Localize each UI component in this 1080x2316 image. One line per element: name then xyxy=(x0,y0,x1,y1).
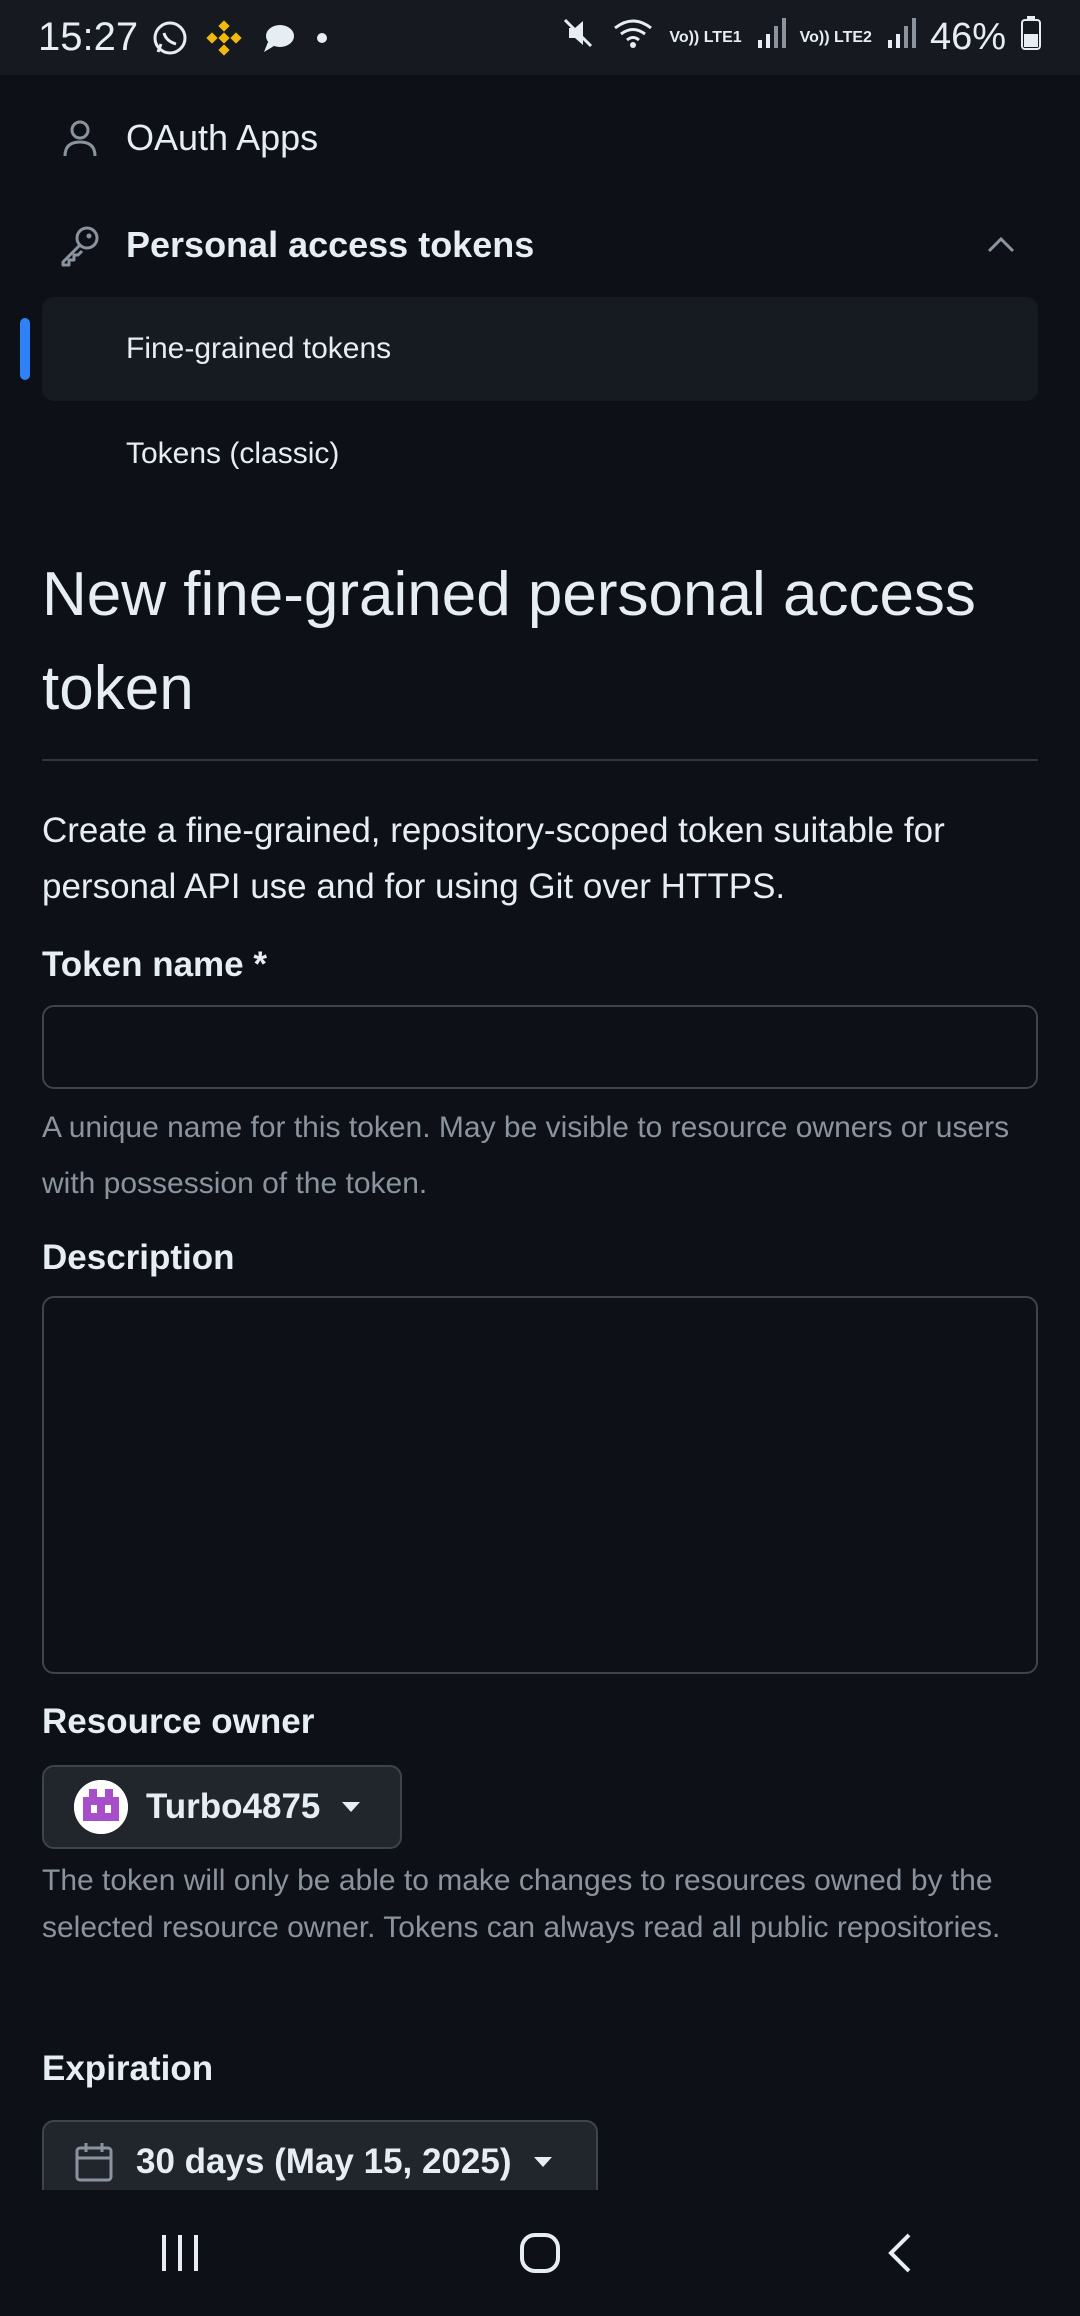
calendar-icon xyxy=(74,2141,114,2183)
key-icon xyxy=(58,223,106,267)
wifi-icon xyxy=(611,14,655,62)
sidebar-item-label: Tokens (classic) xyxy=(126,437,340,470)
mute-icon xyxy=(559,14,597,62)
caret-down-icon xyxy=(532,2155,554,2169)
sidebar-item-label: OAuth Apps xyxy=(126,117,319,158)
page-title: New fine-grained personal access token xyxy=(42,560,976,723)
token-name-help: A unique name for this token. May be vis… xyxy=(42,1111,1010,1200)
person-icon xyxy=(62,118,104,158)
system-navigation-bar xyxy=(0,2190,1080,2316)
expiration-label: Expiration xyxy=(42,2049,214,2088)
token-name-input[interactable] xyxy=(42,1005,1038,1089)
notification-dot-icon xyxy=(312,28,332,48)
resource-owner-help: The token will only be able to make chan… xyxy=(42,1864,1001,1944)
home-icon[interactable] xyxy=(480,2213,600,2293)
sidebar-item-tokens-classic[interactable]: Tokens (classic) xyxy=(42,402,1038,506)
sidebar-item-label: Personal access tokens xyxy=(126,224,535,265)
sidebar-item-label: Fine-grained tokens xyxy=(126,332,392,365)
resource-owner-select[interactable]: Turbo4875 xyxy=(42,1765,402,1849)
divider xyxy=(42,759,1038,761)
battery-percentage: 46% xyxy=(929,16,1006,58)
sim2-label: Vo)) LTE2 xyxy=(799,29,872,46)
back-icon[interactable] xyxy=(840,2213,960,2293)
description-textarea[interactable] xyxy=(42,1296,1038,1674)
chat-icon xyxy=(258,18,298,58)
avatar xyxy=(74,1780,128,1834)
resource-owner-value: Turbo4875 xyxy=(146,1787,321,1826)
token-name-label: Token name * xyxy=(42,945,267,984)
sim1-label: Vo)) LTE1 xyxy=(669,29,742,46)
description-label: Description xyxy=(42,1238,235,1277)
status-time: 15:27 xyxy=(38,15,139,59)
status-bar: 15:27 Vo)) LTE1 Vo)) LTE2 46% xyxy=(0,0,1080,75)
signal-icon xyxy=(756,16,786,60)
chevron-up-icon[interactable] xyxy=(986,235,1016,255)
sidebar-item-fine-grained-tokens[interactable]: Fine-grained tokens xyxy=(42,297,1038,401)
binance-icon xyxy=(204,18,244,58)
caret-down-icon xyxy=(340,1800,362,1814)
battery-icon xyxy=(1020,15,1042,61)
active-indicator xyxy=(20,318,30,380)
sidebar-item-personal-access-tokens[interactable]: Personal access tokens xyxy=(42,210,1038,280)
resource-owner-label: Resource owner xyxy=(42,1702,315,1741)
signal-icon xyxy=(886,16,916,60)
whatsapp-icon xyxy=(150,18,190,58)
page-intro: Create a fine-grained, repository-scoped… xyxy=(42,811,945,906)
expiration-value: 30 days (May 15, 2025) xyxy=(136,2142,512,2181)
sidebar-item-oauth-apps[interactable]: OAuth Apps xyxy=(42,105,1038,171)
recent-apps-icon[interactable] xyxy=(120,2213,240,2293)
